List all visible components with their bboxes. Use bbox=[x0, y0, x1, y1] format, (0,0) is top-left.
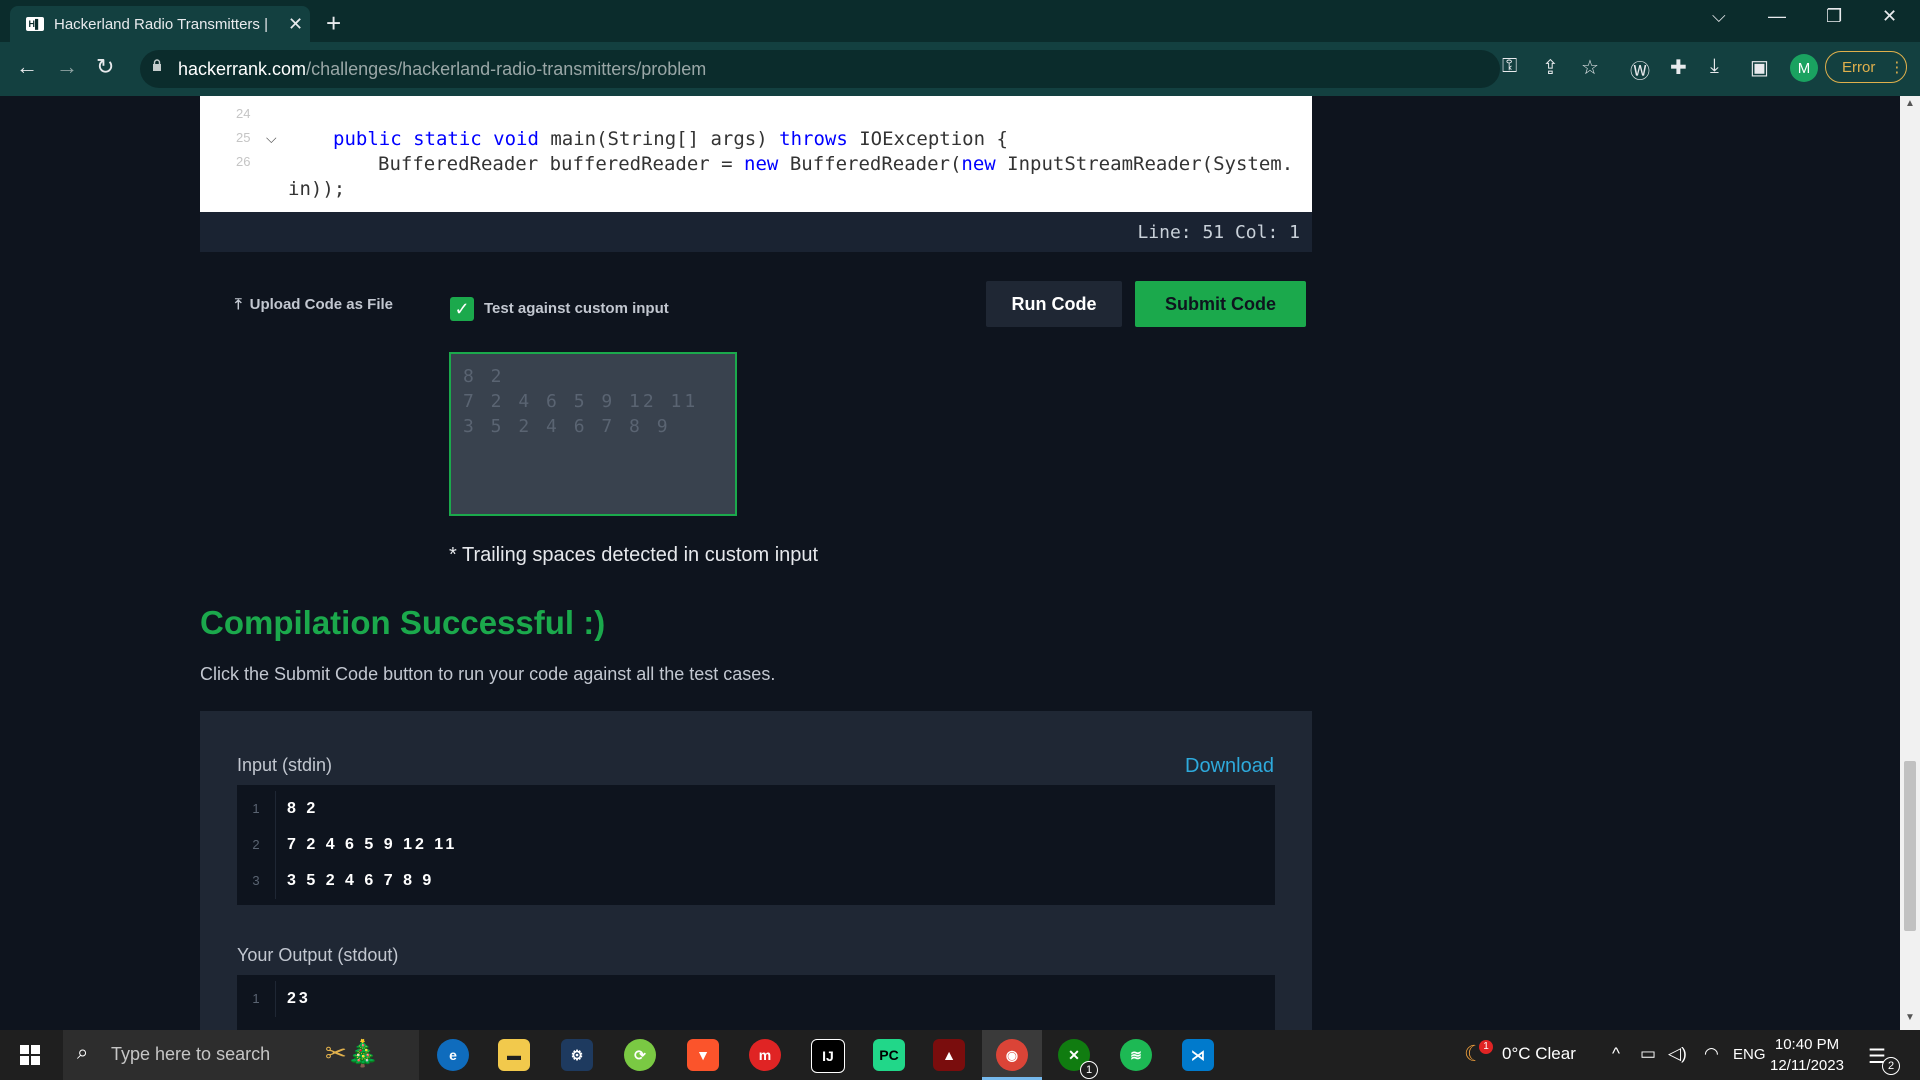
weather-text[interactable]: 0°C Clear bbox=[1502, 1044, 1576, 1064]
browser-tab-bar: H▌ Hackerland Radio Transmitters | ✕ + ⌵… bbox=[0, 0, 1920, 42]
file-explorer-icon[interactable]: ▬ bbox=[498, 1039, 530, 1071]
new-tab-button[interactable]: + bbox=[326, 8, 341, 39]
app-red-icon[interactable]: m bbox=[749, 1039, 781, 1071]
forward-arrow-icon[interactable]: → bbox=[56, 54, 78, 80]
scrollbar-thumb[interactable] bbox=[1904, 761, 1916, 931]
chrome-taskbar-active[interactable]: ◉ bbox=[982, 1030, 1042, 1080]
address-toolbar: ← → ↻ hackerrank.com/challenges/hackerla… bbox=[0, 42, 1920, 96]
stdin-row: 33 5 2 4 6 7 8 9 bbox=[237, 863, 1275, 899]
compilation-subtitle: Click the Submit Code button to run your… bbox=[200, 664, 776, 684]
custom-input-line: 3 5 2 4 6 7 8 9 bbox=[463, 416, 671, 437]
chrome-icon: ◉ bbox=[996, 1039, 1028, 1071]
code-line-26-wrap: in)); bbox=[288, 178, 346, 200]
hackerrank-favicon-icon: H▌ bbox=[26, 17, 44, 31]
back-arrow-icon[interactable]: ← bbox=[16, 54, 38, 80]
close-window-button[interactable]: ✕ bbox=[1882, 6, 1897, 27]
editor-status-bar: Line: 51 Col: 1 bbox=[200, 212, 1312, 252]
extensions-puzzle-icon[interactable]: ✚ bbox=[1670, 55, 1687, 80]
stdout-box: 1 23 bbox=[237, 975, 1275, 1030]
tray-chevron-icon[interactable]: ^ bbox=[1612, 1044, 1620, 1064]
custom-input-checkbox[interactable]: ✓ bbox=[450, 297, 474, 321]
page-content: 24 25 26 ⌵ public static void main(Strin… bbox=[0, 96, 1900, 1030]
password-key-icon[interactable]: ⚿ bbox=[1502, 55, 1517, 78]
scroll-up-icon[interactable]: ▲ bbox=[1905, 98, 1915, 109]
tab-title: Hackerland Radio Transmitters | bbox=[54, 15, 268, 33]
ide-icon[interactable]: ⚙ bbox=[561, 1039, 593, 1071]
upload-label: Upload Code as File bbox=[249, 296, 393, 313]
fold-chevron-icon[interactable]: ⌵ bbox=[266, 130, 277, 147]
custom-input-textarea[interactable]: 8 2 7 2 4 6 5 9 12 11 3 5 2 4 6 7 8 9 bbox=[449, 352, 737, 516]
scroll-down-icon[interactable]: ▼ bbox=[1905, 1012, 1915, 1023]
taskbar-search-box[interactable]: ⌕ Type here to search ✂🎄 bbox=[63, 1030, 419, 1080]
search-placeholder: Type here to search bbox=[111, 1044, 271, 1064]
compilation-title: Compilation Successful :) bbox=[200, 604, 606, 641]
app-green-icon[interactable]: ⟳ bbox=[624, 1039, 656, 1071]
notification-badge: 2 bbox=[1882, 1057, 1900, 1075]
windows-taskbar: ⌕ Type here to search ✂🎄 e ▬ ⚙ ⟳ ▼ m IJ … bbox=[0, 1030, 1920, 1080]
battery-icon[interactable]: ▭ bbox=[1640, 1044, 1656, 1064]
stdout-row: 1 23 bbox=[237, 981, 1275, 1017]
search-icon: ⌕ bbox=[77, 1042, 89, 1064]
brave-icon[interactable]: ▼ bbox=[687, 1039, 719, 1071]
line-number: 26 bbox=[236, 154, 251, 169]
code-editor[interactable]: 24 25 26 ⌵ public static void main(Strin… bbox=[200, 96, 1312, 212]
profile-avatar[interactable]: M bbox=[1790, 54, 1818, 82]
page-scrollbar[interactable]: ▲ ▼ bbox=[1900, 96, 1920, 1030]
stdin-row: 27 2 4 6 5 9 12 11 bbox=[237, 827, 1275, 863]
minimize-button[interactable]: — bbox=[1768, 6, 1786, 27]
intellij-icon[interactable]: IJ bbox=[811, 1039, 845, 1073]
code-line-25: public static void main(String[] args) t… bbox=[333, 128, 1008, 150]
extension-w-icon[interactable]: Ⓦ bbox=[1630, 55, 1650, 84]
download-icon[interactable]: ⤓ bbox=[1710, 55, 1719, 78]
windows-start-icon[interactable] bbox=[20, 1045, 40, 1065]
pycharm-icon[interactable]: PC bbox=[873, 1039, 905, 1071]
kebab-menu-icon: ⋮ bbox=[1889, 59, 1905, 76]
side-panel-icon[interactable]: ▣ bbox=[1750, 55, 1769, 80]
app-dark-red-icon[interactable]: ▲ bbox=[933, 1039, 965, 1071]
result-panel: Input (stdin) Download 18 2 27 2 4 6 5 9… bbox=[200, 711, 1312, 1030]
tab-close-icon[interactable]: ✕ bbox=[288, 14, 303, 35]
upload-code-button[interactable]: ⤒ Upload Code as File bbox=[235, 296, 393, 313]
stdin-box: 18 2 27 2 4 6 5 9 12 11 33 5 2 4 6 7 8 9 bbox=[237, 785, 1275, 905]
tab-search-chevron-icon[interactable]: ⌵ bbox=[1712, 6, 1726, 27]
xbox-badge: 1 bbox=[1080, 1061, 1098, 1079]
restore-button[interactable]: ❐ bbox=[1826, 6, 1842, 27]
spotify-icon[interactable]: ≋ bbox=[1120, 1039, 1152, 1071]
taskbar-clock[interactable]: 10:40 PM 12/11/2023 bbox=[1770, 1034, 1844, 1076]
stdin-row: 18 2 bbox=[237, 791, 1275, 827]
input-label: Input (stdin) bbox=[237, 755, 333, 775]
lock-icon bbox=[153, 59, 161, 71]
bookmark-star-icon[interactable]: ☆ bbox=[1581, 55, 1599, 80]
line-number: 24 bbox=[236, 106, 251, 121]
submit-code-button[interactable]: Submit Code bbox=[1135, 281, 1306, 327]
custom-input-label[interactable]: Test against custom input bbox=[484, 300, 669, 317]
reload-icon[interactable]: ↻ bbox=[96, 54, 114, 80]
clock-time: 10:40 PM bbox=[1774, 1036, 1840, 1053]
custom-input-line: 7 2 4 6 5 9 12 11 bbox=[463, 391, 699, 412]
weather-badge: 1 bbox=[1479, 1040, 1493, 1054]
clock-date: 12/11/2023 bbox=[1770, 1057, 1844, 1074]
language-indicator[interactable]: ENG bbox=[1733, 1046, 1766, 1063]
trailing-spaces-warning: * Trailing spaces detected in custom inp… bbox=[449, 544, 819, 566]
custom-input-line: 8 2 bbox=[463, 366, 505, 387]
cursor-position: Line: 51 Col: 1 bbox=[1137, 222, 1300, 243]
edge-icon[interactable]: e bbox=[437, 1039, 469, 1071]
download-link[interactable]: Download bbox=[1185, 755, 1274, 778]
christmas-tree-icon: ✂🎄 bbox=[325, 1038, 380, 1068]
upload-icon: ⤒ bbox=[235, 296, 242, 313]
line-number: 25 bbox=[236, 130, 251, 145]
browser-tab[interactable]: H▌ Hackerland Radio Transmitters | ✕ bbox=[10, 6, 310, 42]
vscode-icon[interactable]: ⋊ bbox=[1182, 1039, 1214, 1071]
volume-icon[interactable]: ◁) bbox=[1668, 1044, 1687, 1064]
wifi-icon[interactable]: ◠ bbox=[1704, 1044, 1719, 1064]
url-text: hackerrank.com/challenges/hackerland-rad… bbox=[178, 59, 707, 79]
url-bar[interactable]: hackerrank.com/challenges/hackerland-rad… bbox=[140, 50, 1500, 88]
run-code-button[interactable]: Run Code bbox=[986, 281, 1122, 327]
code-line-26: BufferedReader bufferedReader = new Buff… bbox=[378, 153, 1294, 175]
error-button[interactable]: Error ⋮ bbox=[1825, 51, 1907, 83]
output-label: Your Output (stdout) bbox=[237, 945, 399, 965]
share-icon[interactable]: ⇪ bbox=[1542, 55, 1559, 80]
